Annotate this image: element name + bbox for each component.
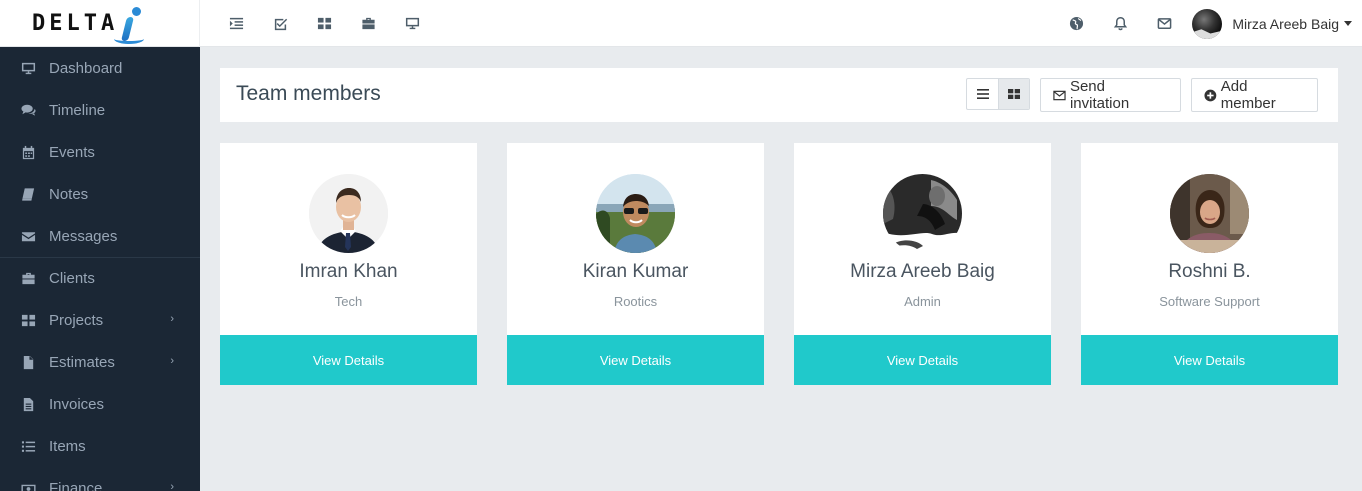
member-role: Admin bbox=[904, 294, 941, 309]
user-name: Mirza Areeb Baig bbox=[1232, 15, 1339, 32]
page-title: Team members bbox=[236, 82, 381, 105]
user-menu[interactable]: Mirza Areeb Baig bbox=[1192, 8, 1352, 39]
member-role: Tech bbox=[334, 294, 363, 309]
avatar bbox=[309, 174, 388, 253]
add-member-button[interactable]: Add member bbox=[1191, 78, 1318, 112]
sidebar-item-items[interactable]: Items bbox=[0, 425, 200, 467]
briefcase-icon bbox=[20, 271, 36, 287]
sidebar-item-label: Projects bbox=[49, 311, 104, 329]
sidebar-item-clients[interactable]: Clients bbox=[0, 257, 200, 299]
envelope-icon bbox=[20, 228, 36, 244]
top-right-actions: Mirza Areeb Baig bbox=[1054, 0, 1352, 47]
grid-icon[interactable] bbox=[302, 13, 346, 33]
send-invitation-label: Send invitation bbox=[1069, 78, 1130, 112]
member-name: Roshni B. bbox=[1168, 261, 1251, 282]
member-card: Imran Khan Tech View Details bbox=[220, 143, 477, 385]
page-scrollbar[interactable] bbox=[1356, 47, 1362, 491]
avatar bbox=[883, 174, 962, 253]
sidebar-item-timeline[interactable]: Timeline bbox=[0, 89, 200, 131]
sidebar-item-notes[interactable]: Notes bbox=[0, 173, 200, 215]
sidebar-item-label: Notes bbox=[49, 185, 89, 203]
monitor-icon[interactable] bbox=[390, 13, 434, 33]
sidebar: Dashboard Timeline Events Notes Messages… bbox=[0, 47, 200, 491]
page-header: Team members Send invitation Add member bbox=[220, 68, 1338, 122]
sidebar-item-label: Messages bbox=[49, 227, 118, 245]
calendar-icon bbox=[20, 144, 36, 160]
grid-icon bbox=[1008, 89, 1020, 99]
sidebar-item-label: Finance bbox=[49, 479, 103, 491]
grid-icon bbox=[20, 312, 36, 328]
sidebar-item-label: Invoices bbox=[49, 395, 105, 413]
file-text-icon bbox=[20, 396, 36, 412]
add-member-label: Add member bbox=[1220, 78, 1276, 112]
book-icon bbox=[20, 186, 36, 202]
sidebar-item-messages[interactable]: Messages bbox=[0, 215, 200, 257]
sidebar-item-invoices[interactable]: Invoices bbox=[0, 383, 200, 425]
menu-indent-icon[interactable] bbox=[214, 13, 258, 33]
logo-i-mark bbox=[114, 4, 145, 44]
top-navbar: DELTA Mirza Areeb Baig bbox=[0, 0, 1362, 47]
monitor-icon bbox=[20, 60, 36, 76]
chevron-right-icon: › bbox=[170, 355, 174, 367]
view-details-button[interactable]: View Details bbox=[794, 335, 1051, 385]
comments-icon bbox=[20, 102, 36, 118]
chevron-down-icon bbox=[1344, 21, 1352, 26]
checkbox-icon[interactable] bbox=[258, 13, 302, 33]
money-icon bbox=[20, 480, 36, 491]
grid-view-button[interactable] bbox=[998, 79, 1029, 109]
member-card: Roshni B. Software Support View Details bbox=[1081, 143, 1338, 385]
member-role: Software Support bbox=[1159, 294, 1260, 309]
list-icon bbox=[976, 89, 989, 99]
logo-text: DELTA bbox=[32, 11, 119, 36]
list-icon bbox=[20, 438, 36, 454]
sidebar-item-projects[interactable]: Projects › bbox=[0, 299, 200, 341]
sidebar-item-label: Dashboard bbox=[49, 59, 123, 77]
briefcase-icon[interactable] bbox=[346, 13, 390, 33]
sidebar-item-label: Items bbox=[49, 437, 86, 455]
sidebar-item-dashboard[interactable]: Dashboard bbox=[0, 47, 200, 89]
sidebar-item-label: Events bbox=[49, 143, 95, 161]
member-card: Mirza Areeb Baig Admin View Details bbox=[794, 143, 1051, 385]
member-name: Imran Khan bbox=[299, 261, 398, 282]
sidebar-item-label: Estimates bbox=[49, 353, 115, 371]
member-card: Kiran Kumar Rootics View Details bbox=[507, 143, 764, 385]
send-invitation-button[interactable]: Send invitation bbox=[1040, 78, 1181, 112]
sidebar-item-estimates[interactable]: Estimates › bbox=[0, 341, 200, 383]
top-toolbar bbox=[214, 13, 434, 33]
user-avatar bbox=[1192, 8, 1223, 39]
file-icon bbox=[20, 354, 36, 370]
sidebar-item-label: Timeline bbox=[49, 101, 106, 119]
mail-icon[interactable] bbox=[1142, 0, 1186, 47]
view-details-button[interactable]: View Details bbox=[220, 335, 477, 385]
avatar bbox=[596, 174, 675, 253]
member-name: Kiran Kumar bbox=[582, 261, 689, 282]
view-toggle bbox=[966, 78, 1030, 110]
member-role: Rootics bbox=[613, 294, 658, 309]
sidebar-item-finance[interactable]: Finance › bbox=[0, 467, 200, 491]
avatar bbox=[1170, 174, 1249, 253]
sidebar-item-label: Clients bbox=[49, 270, 95, 287]
bell-icon[interactable] bbox=[1098, 0, 1142, 47]
chevron-right-icon: › bbox=[170, 313, 174, 325]
globe-icon[interactable] bbox=[1054, 0, 1098, 47]
brand-logo[interactable]: DELTA bbox=[0, 0, 200, 47]
chevron-right-icon: › bbox=[170, 481, 174, 491]
member-name: Mirza Areeb Baig bbox=[850, 261, 995, 282]
view-details-button[interactable]: View Details bbox=[507, 335, 764, 385]
list-view-button[interactable] bbox=[967, 79, 998, 109]
view-details-button[interactable]: View Details bbox=[1081, 335, 1338, 385]
plus-circle-icon bbox=[1204, 89, 1217, 101]
envelope-icon bbox=[1053, 90, 1066, 100]
sidebar-item-events[interactable]: Events bbox=[0, 131, 200, 173]
